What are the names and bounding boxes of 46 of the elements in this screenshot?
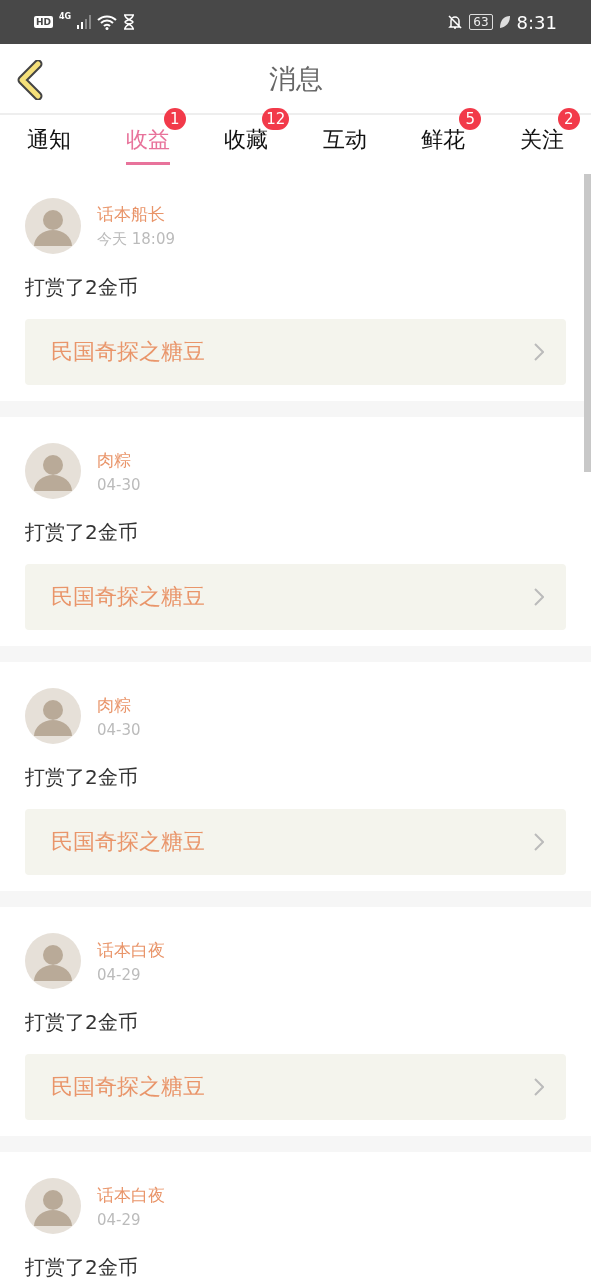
network-label: 4G [59,12,72,21]
message-text: 打赏了2金币 [25,1009,139,1036]
back-icon[interactable] [16,60,44,100]
user-name[interactable]: 肉粽 [97,448,141,472]
wifi-icon [97,14,118,30]
message-time: 04-29 [97,965,142,984]
tab[interactable]: 互动 [322,125,367,165]
message-time: 04-30 [97,720,141,739]
book-link[interactable]: 民国奇探之糖豆 [25,319,566,385]
count-badge: 12 [262,108,290,130]
avatar-icon[interactable] [25,443,81,499]
avatar-icon[interactable] [25,198,81,254]
hd-icon: HD [34,16,53,28]
page-title: 消息 [268,61,323,96]
user-name[interactable]: 话本船长 [97,203,175,226]
message-text: 打赏了2金币 [25,519,139,546]
book-link[interactable]: 民国奇探之糖豆 [25,809,566,875]
tab[interactable]: 通知 [27,125,72,165]
clock-time: 8:31 [516,11,557,33]
message-text: 打赏了2金币 [25,764,139,791]
user-name[interactable]: 话本白夜 [97,1183,165,1207]
count-badge: 1 [163,108,186,130]
message-time: 04-30 [97,475,141,494]
message-text: 打赏了2金币 [25,1254,139,1280]
battery-icon: 63 [469,14,493,30]
user-name[interactable]: 肉粽 [97,693,141,717]
signal-icon [77,15,92,29]
chevron-right-icon [534,1078,544,1096]
scrollbar[interactable] [584,174,591,472]
avatar-icon[interactable] [25,688,81,744]
chevron-right-icon [534,343,544,361]
message-time: 今天 18:09 [97,230,175,249]
avatar-icon[interactable] [25,933,81,989]
book-link[interactable]: 民国奇探之糖豆 [25,564,566,630]
chevron-right-icon [534,833,544,851]
hourglass-icon [123,14,136,30]
message-time: 04-29 [97,1210,142,1229]
bell-off-icon [447,14,464,30]
user-name[interactable]: 话本白夜 [97,938,165,962]
count-badge: 2 [557,108,580,130]
book-link[interactable]: 民国奇探之糖豆 [25,1054,566,1120]
leaf-icon [498,15,511,29]
message-text: 打赏了2金币 [25,274,139,301]
chevron-right-icon [534,588,544,606]
count-badge: 5 [459,108,482,130]
avatar-icon[interactable] [25,1178,81,1234]
